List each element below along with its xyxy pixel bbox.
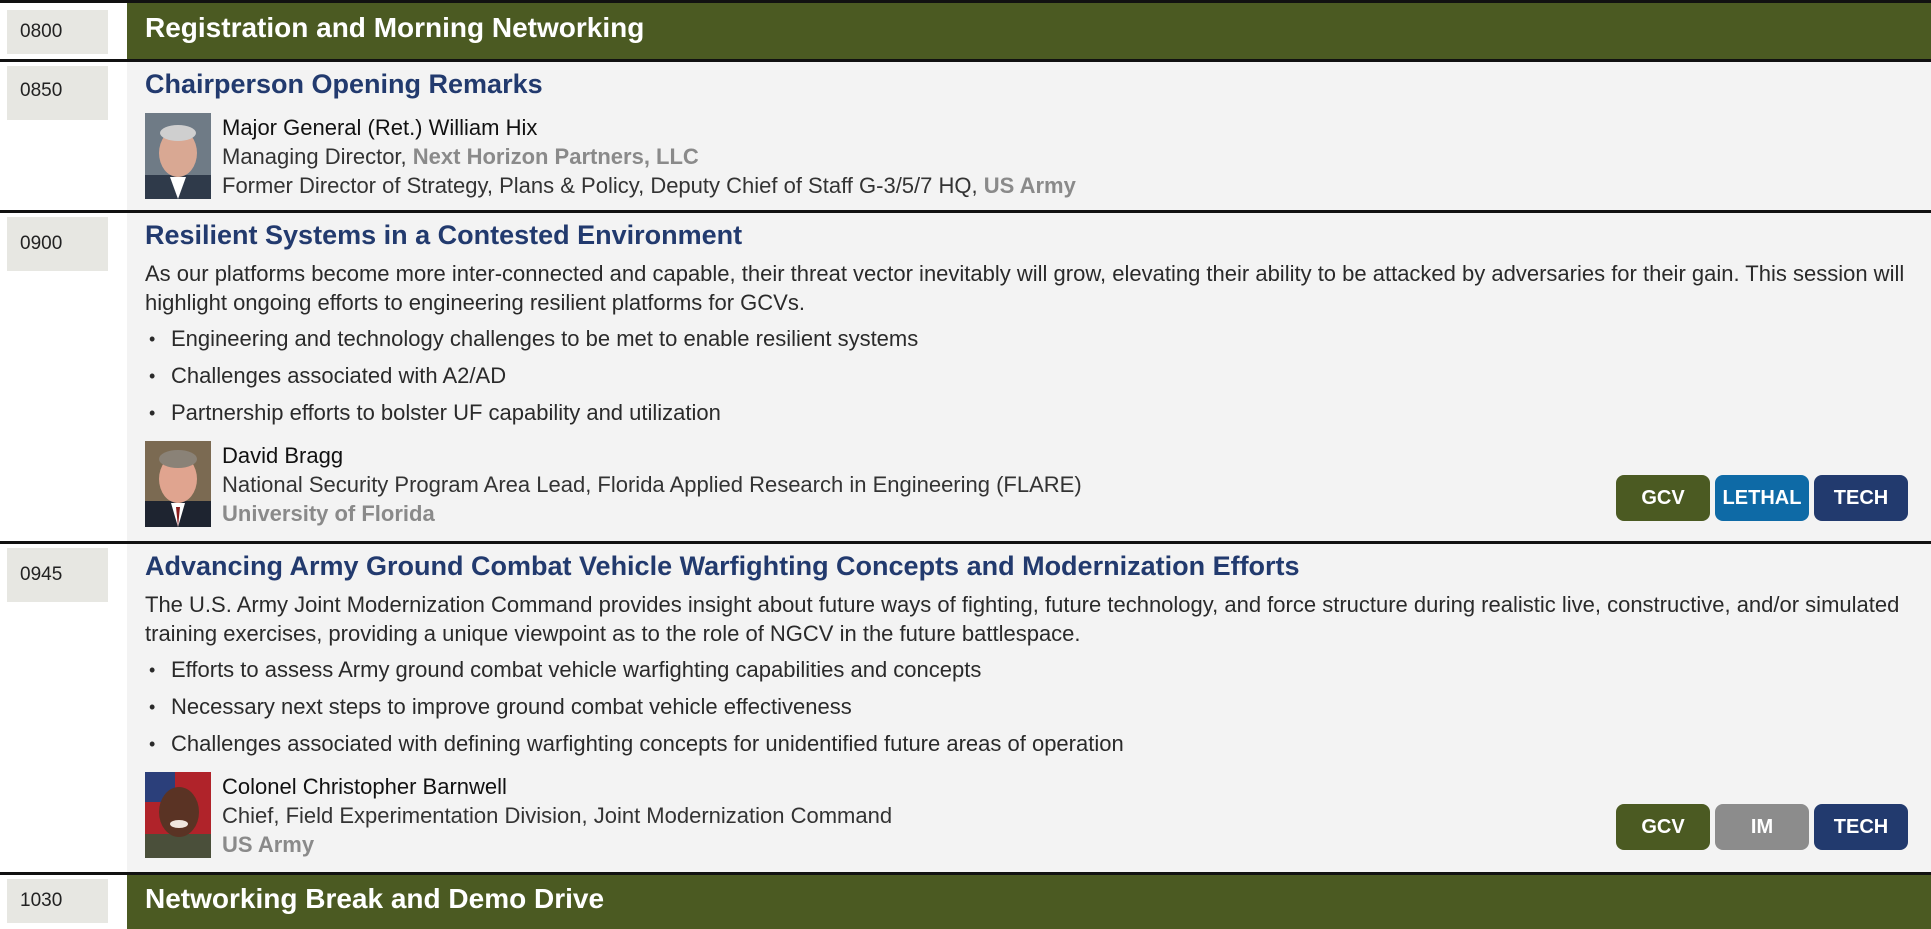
speaker-photo-icon [145, 772, 211, 858]
bullet-icon: • [149, 366, 156, 386]
session-title: Advancing Army Ground Combat Vehicle War… [145, 551, 1300, 581]
session-banner-title: Registration and Morning Networking [127, 3, 1931, 59]
bullet-icon: • [149, 697, 156, 717]
speaker-name: Major General (Ret.) William Hix [222, 115, 538, 140]
list-item: • Partnership efforts to bolster UF capab… [145, 398, 918, 435]
agenda: 0800 Registration and Morning Networking… [0, 0, 1931, 929]
session-title: Resilient Systems in a Contested Environ… [145, 220, 743, 250]
list-item: • Challenges associated with A2/AD [145, 361, 918, 398]
bullet-icon: • [149, 403, 156, 423]
agenda-slot-0850: 0850 Chairperson Opening Remarks Major G… [0, 62, 1931, 210]
session-tags: GCV IM TECH [1616, 804, 1908, 850]
session-description: As our platforms become more inter-conne… [145, 261, 1905, 315]
speaker-name: David Bragg [222, 443, 344, 468]
speaker-info: David Bragg National Security Program Ar… [222, 441, 1082, 528]
list-item: • Challenges associated with defining war… [145, 729, 1124, 766]
session-panel: Advancing Army Ground Combat Vehicle War… [127, 544, 1931, 872]
agenda-slot-0945: 0945 Advancing Army Ground Combat Vehicl… [0, 544, 1931, 872]
tag-gcv[interactable]: GCV [1616, 804, 1710, 850]
bullet-icon: • [149, 329, 156, 349]
list-item: • Engineering and technology challenges t… [145, 324, 918, 361]
speaker-name: Colonel Christopher Barnwell [222, 774, 507, 799]
speaker-photo-icon [145, 113, 211, 199]
speaker-role-line: Former Director of Strategy, Plans & Pol… [222, 171, 1076, 200]
session-time: 0945 [7, 548, 108, 602]
session-title: Chairperson Opening Remarks [145, 69, 543, 99]
session-time: 0900 [7, 217, 108, 271]
bullet-icon: • [149, 660, 156, 680]
speaker-role: Chief, Field Experimentation Division, J… [222, 803, 893, 828]
list-item: • Necessary next steps to improve ground … [145, 692, 1124, 729]
session-banner-title: Networking Break and Demo Drive [127, 875, 1931, 929]
session-tags: GCV LETHAL TECH [1616, 475, 1908, 521]
speaker-info: Colonel Christopher Barnwell Chief, Fiel… [222, 772, 892, 859]
session-time: 0850 [7, 66, 108, 120]
agenda-slot-1030: 1030 Networking Break and Demo Drive [0, 875, 1931, 929]
speaker-role: Managing Director, [222, 144, 413, 169]
session-panel: Resilient Systems in a Contested Environ… [127, 213, 1931, 541]
session-panel: Chairperson Opening Remarks Major Genera… [127, 62, 1931, 210]
session-bullets: • Engineering and technology challenges t… [145, 324, 918, 435]
tag-gcv[interactable]: GCV [1616, 475, 1710, 521]
list-item: • Efforts to assess Army ground combat ve… [145, 655, 1124, 692]
session-description: The U.S. Army Joint Modernization Comman… [145, 592, 1900, 646]
speaker-org: University of Florida [222, 501, 435, 526]
agenda-slot-0800: 0800 Registration and Morning Networking [0, 3, 1931, 59]
speaker-photo-icon [145, 441, 211, 527]
speaker-org: Next Horizon Partners, LLC [412, 144, 699, 169]
session-bullets: • Efforts to assess Army ground combat ve… [145, 655, 1124, 766]
speaker-org: US Army [222, 832, 315, 857]
session-time: 1030 [7, 879, 108, 923]
speaker-role: Former Director of Strategy, Plans & Pol… [222, 173, 984, 198]
tag-lethal[interactable]: LETHAL [1715, 475, 1809, 521]
speaker-role-line: Managing Director, Next Horizon Partners… [222, 142, 1076, 171]
session-time: 0800 [7, 10, 108, 54]
tag-tech[interactable]: TECH [1814, 804, 1908, 850]
agenda-slot-0900: 0900 Resilient Systems in a Contested En… [0, 213, 1931, 541]
bullet-icon: • [149, 734, 156, 754]
tag-tech[interactable]: TECH [1814, 475, 1908, 521]
speaker-org: US Army [983, 173, 1076, 198]
tag-im[interactable]: IM [1715, 804, 1809, 850]
speaker-info: Major General (Ret.) William Hix Managin… [222, 113, 1076, 200]
speaker-role: National Security Program Area Lead, Flo… [222, 472, 1082, 497]
